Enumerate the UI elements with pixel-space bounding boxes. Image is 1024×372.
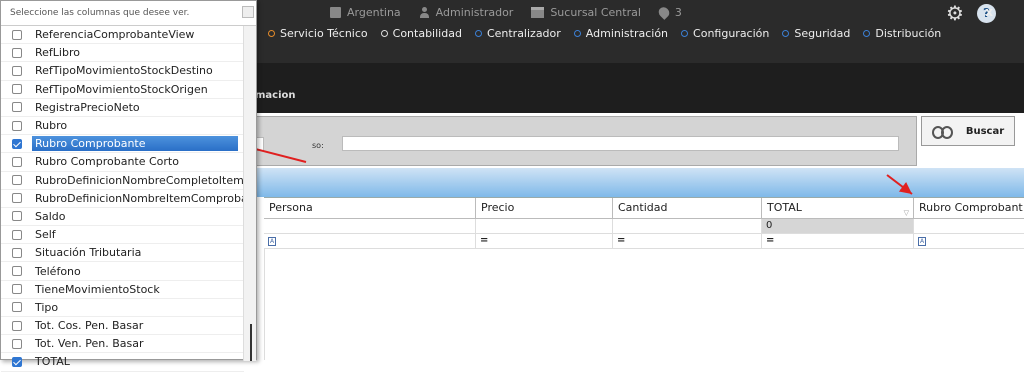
list-item[interactable]: RubroDefinicionNombreItemComproban [1, 190, 255, 208]
list-item[interactable]: TieneMovimientoStock [1, 281, 244, 299]
list-item[interactable]: Tot. Cos. Pen. Basar [1, 317, 244, 336]
list-item-label: Rubro Comprobante Corto [35, 155, 179, 169]
list-item[interactable]: Rubro Comprobante [1, 135, 244, 154]
list-item[interactable]: TOTAL [1, 353, 244, 372]
list-item[interactable]: Rubro Comprobante Corto [1, 153, 244, 172]
list-item-label: RubroDefinicionNombreItemComproban [35, 191, 255, 205]
checkbox[interactable] [12, 65, 22, 76]
list-item-label: Self [35, 228, 56, 242]
checkbox[interactable] [12, 356, 22, 367]
checkbox[interactable] [12, 229, 22, 240]
list-item[interactable]: RefTipoMovimientoStockDestino [1, 62, 244, 81]
checkbox[interactable] [12, 193, 22, 204]
column-list: ReferenciaComprobanteView RefLibro RefTipo… [1, 26, 255, 372]
list-item-label: Rubro [35, 119, 68, 133]
list-item-label: TieneMovimientoStock [35, 282, 160, 296]
list-item-label: RegistraPrecioNeto [35, 100, 140, 114]
list-item-label: Teléfono [35, 264, 81, 278]
checkbox[interactable] [12, 266, 22, 277]
column-chooser-popup: Seleccione las columnas que desee ver. R… [0, 0, 257, 372]
list-item[interactable]: RefLibro [1, 44, 244, 63]
list-item-label: Tipo [35, 300, 59, 314]
checkbox[interactable] [12, 84, 22, 95]
checkbox[interactable] [12, 302, 22, 313]
list-item[interactable]: RegistraPrecioNeto [1, 99, 244, 117]
list-item-label: Situación Tributaria [35, 246, 142, 260]
list-item-label: Saldo [35, 209, 66, 223]
checkbox[interactable] [12, 138, 22, 149]
list-item[interactable]: Tipo [1, 299, 244, 317]
list-item[interactable]: RubroDefinicionNombreCompletoItemC [1, 172, 252, 190]
checkbox[interactable] [12, 247, 22, 258]
list-item-label: Tot. Ven. Pen. Basar [35, 337, 144, 351]
list-item[interactable]: Saldo [1, 208, 244, 227]
popup-title: Seleccione las columnas que desee ver. [10, 8, 190, 18]
list-item-label: RefTipoMovimientoStockDestino [35, 64, 213, 78]
checkbox[interactable] [12, 156, 22, 167]
checkbox[interactable] [12, 338, 22, 349]
list-item[interactable]: RefTipoMovimientoStockOrigen [1, 81, 244, 99]
list-item-label: TOTAL [35, 355, 70, 369]
checkbox[interactable] [12, 47, 22, 58]
list-item[interactable]: Teléfono [1, 262, 244, 281]
list-item-label: RefLibro [35, 46, 80, 60]
checkbox[interactable] [12, 102, 22, 113]
list-item[interactable]: ReferenciaComprobanteView [1, 26, 244, 45]
checkbox[interactable] [12, 120, 22, 131]
popup-close-button[interactable] [242, 6, 254, 18]
list-item[interactable]: Self [1, 226, 244, 245]
checkbox[interactable] [12, 29, 22, 40]
list-item-label: RubroDefinicionNombreCompletoItemC [35, 173, 252, 187]
list-item[interactable]: Situación Tributaria [1, 244, 244, 263]
checkbox[interactable] [12, 284, 22, 295]
arrow-to-column [886, 174, 913, 195]
popup-header: Seleccione las columnas que desee ver. [1, 1, 256, 26]
list-item[interactable]: Tot. Ven. Pen. Basar [1, 335, 244, 354]
list-item-label: Tot. Cos. Pen. Basar [35, 319, 144, 333]
list-item[interactable]: Rubro [1, 117, 244, 136]
checkbox[interactable] [12, 211, 22, 222]
list-item-label: Rubro Comprobante [32, 136, 238, 152]
checkbox[interactable] [12, 175, 22, 186]
checkbox[interactable] [12, 320, 22, 331]
list-item-label: RefTipoMovimientoStockOrigen [35, 82, 208, 96]
scrollbar[interactable] [243, 26, 256, 361]
scrollbar-thumb[interactable] [250, 324, 252, 361]
list-item-label: ReferenciaComprobanteView [35, 28, 195, 42]
